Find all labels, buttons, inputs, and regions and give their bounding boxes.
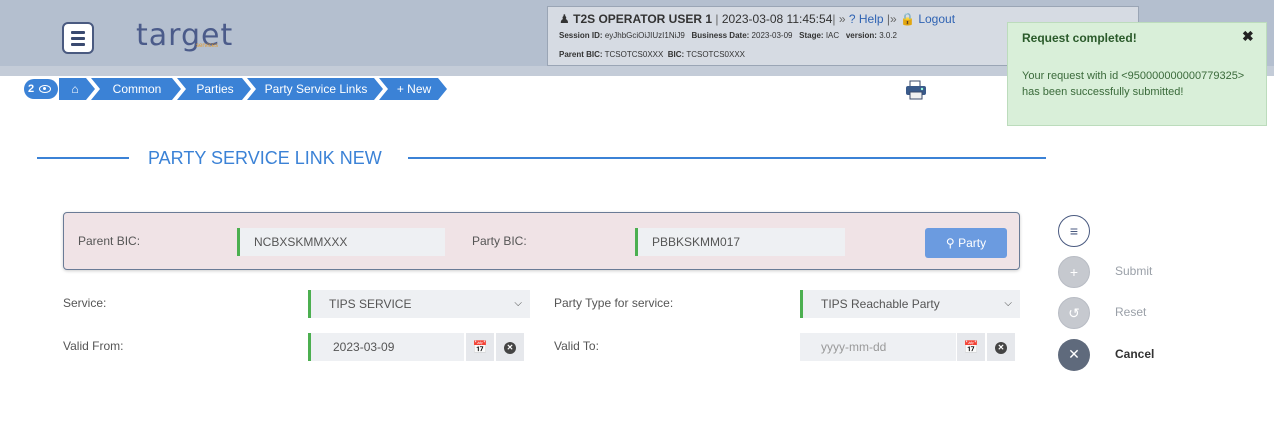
toast-title: Request completed! (1022, 31, 1137, 45)
chevron-down-icon: ⌵ (514, 298, 522, 309)
service-select[interactable]: TIPS SERVICE ⌵ (308, 290, 530, 318)
target-logo: target (136, 18, 234, 53)
session-id-label: Session ID: (559, 31, 603, 40)
valid-to-field[interactable]: yyyy-mm-dd (800, 333, 956, 361)
user-name: T2S OPERATOR USER 1 (573, 12, 713, 26)
party-search-button[interactable]: ⚲ Party (925, 228, 1007, 258)
session-user-line: ♟ T2S OPERATOR USER 1 | 2023-03-08 11:45… (559, 12, 956, 26)
title-divider-left (37, 157, 129, 159)
breadcrumb-common[interactable]: Common (91, 78, 181, 100)
party-type-label: Party Type for service: (554, 296, 674, 310)
version: 3.0.2 (879, 31, 897, 40)
valid-from-field[interactable]: 2023-03-09 (308, 333, 464, 361)
open-windows-count: 2 (28, 83, 35, 95)
business-date-label: Business Date: (691, 31, 750, 40)
close-icon[interactable]: ✖ (1242, 28, 1254, 45)
parent-bic-field[interactable]: NCBXSKMMXXX (237, 228, 445, 256)
notification-toast: Request completed! ✖ Your request with i… (1007, 22, 1267, 126)
cancel-button[interactable]: Cancel (1115, 347, 1154, 361)
valid-from-label: Valid From: (63, 339, 124, 353)
search-icon: ⚲ (945, 236, 955, 250)
submit-button[interactable]: Submit (1115, 264, 1152, 278)
chevron-down-icon: ⌵ (1004, 298, 1012, 309)
valid-to-label: Valid To: (554, 339, 599, 353)
service-value: TIPS SERVICE (329, 297, 412, 311)
service-label: Service: (63, 296, 107, 310)
eye-icon (39, 85, 51, 93)
session-bic-line: Parent BIC: TCSOTCS0XXX BIC: TCSOTCS0XXX (559, 50, 745, 59)
parent-bic-label: Parent BIC: (78, 234, 141, 248)
version-label: version: (845, 31, 877, 40)
breadcrumb-new[interactable]: + New (379, 78, 447, 100)
target-logo-sub: services (196, 43, 219, 49)
cancel-icon[interactable]: ✕ (1058, 339, 1090, 371)
list-icon[interactable]: ≡ (1058, 215, 1090, 247)
hamburger-menu-icon[interactable] (62, 22, 94, 54)
party-type-value: TIPS Reachable Party (821, 297, 940, 311)
party-bic-field[interactable]: PBBKSKMM017 (635, 228, 845, 256)
breadcrumb-parties[interactable]: Parties (177, 78, 251, 100)
stage-label: Stage: (799, 31, 824, 40)
calendar-icon[interactable]: 📅 (466, 333, 494, 361)
header-bic: TCSOTCS0XXX (686, 50, 745, 59)
lock-icon[interactable]: 🔒 (900, 12, 915, 26)
calendar-icon[interactable]: 📅 (957, 333, 985, 361)
reset-icon[interactable]: ↺ (1058, 297, 1090, 329)
user-icon: ♟ (559, 12, 570, 26)
datetime: 2023-03-08 11:45:54 (721, 12, 833, 26)
page-title: PARTY SERVICE LINK NEW (148, 148, 382, 168)
session-details-line: Session ID: eyJhbGciOiJIUzI1NiJ9 Busines… (559, 31, 897, 40)
business-date: 2023-03-09 (751, 31, 793, 40)
header-parent-bic-label: Parent BIC: (559, 50, 603, 59)
party-type-select[interactable]: TIPS Reachable Party ⌵ (800, 290, 1020, 318)
header-bic-label: BIC: (667, 50, 685, 59)
party-bic-label: Party BIC: (472, 234, 527, 248)
breadcrumb-home[interactable]: ⌂ (59, 78, 95, 100)
title-divider-right (408, 157, 1046, 159)
stage: IAC (825, 31, 840, 40)
clear-icon[interactable]: ✕ (987, 333, 1015, 361)
submit-icon[interactable]: + (1058, 256, 1090, 288)
printer-icon[interactable] (905, 80, 927, 100)
logout-link[interactable]: Logout (918, 12, 955, 26)
help-icon[interactable]: ? (849, 12, 856, 26)
breadcrumb-party-service-links[interactable]: Party Service Links (247, 78, 383, 100)
party-button-label: Party (958, 236, 987, 250)
home-icon: ⌂ (71, 82, 79, 96)
toast-message: Your request with id <950000000000779325… (1022, 70, 1245, 98)
clear-icon[interactable]: ✕ (496, 333, 524, 361)
header-parent-bic: TCSOTCS0XXX (604, 50, 664, 59)
party-search-panel: Parent BIC: NCBXSKMMXXX Party BIC: PBBKS… (63, 212, 1020, 270)
session-id: eyJhbGciOiJIUzI1NiJ9 (604, 31, 685, 40)
open-windows-badge[interactable]: 2 (24, 79, 58, 99)
help-link[interactable]: Help (859, 12, 884, 26)
reset-button[interactable]: Reset (1115, 305, 1146, 319)
